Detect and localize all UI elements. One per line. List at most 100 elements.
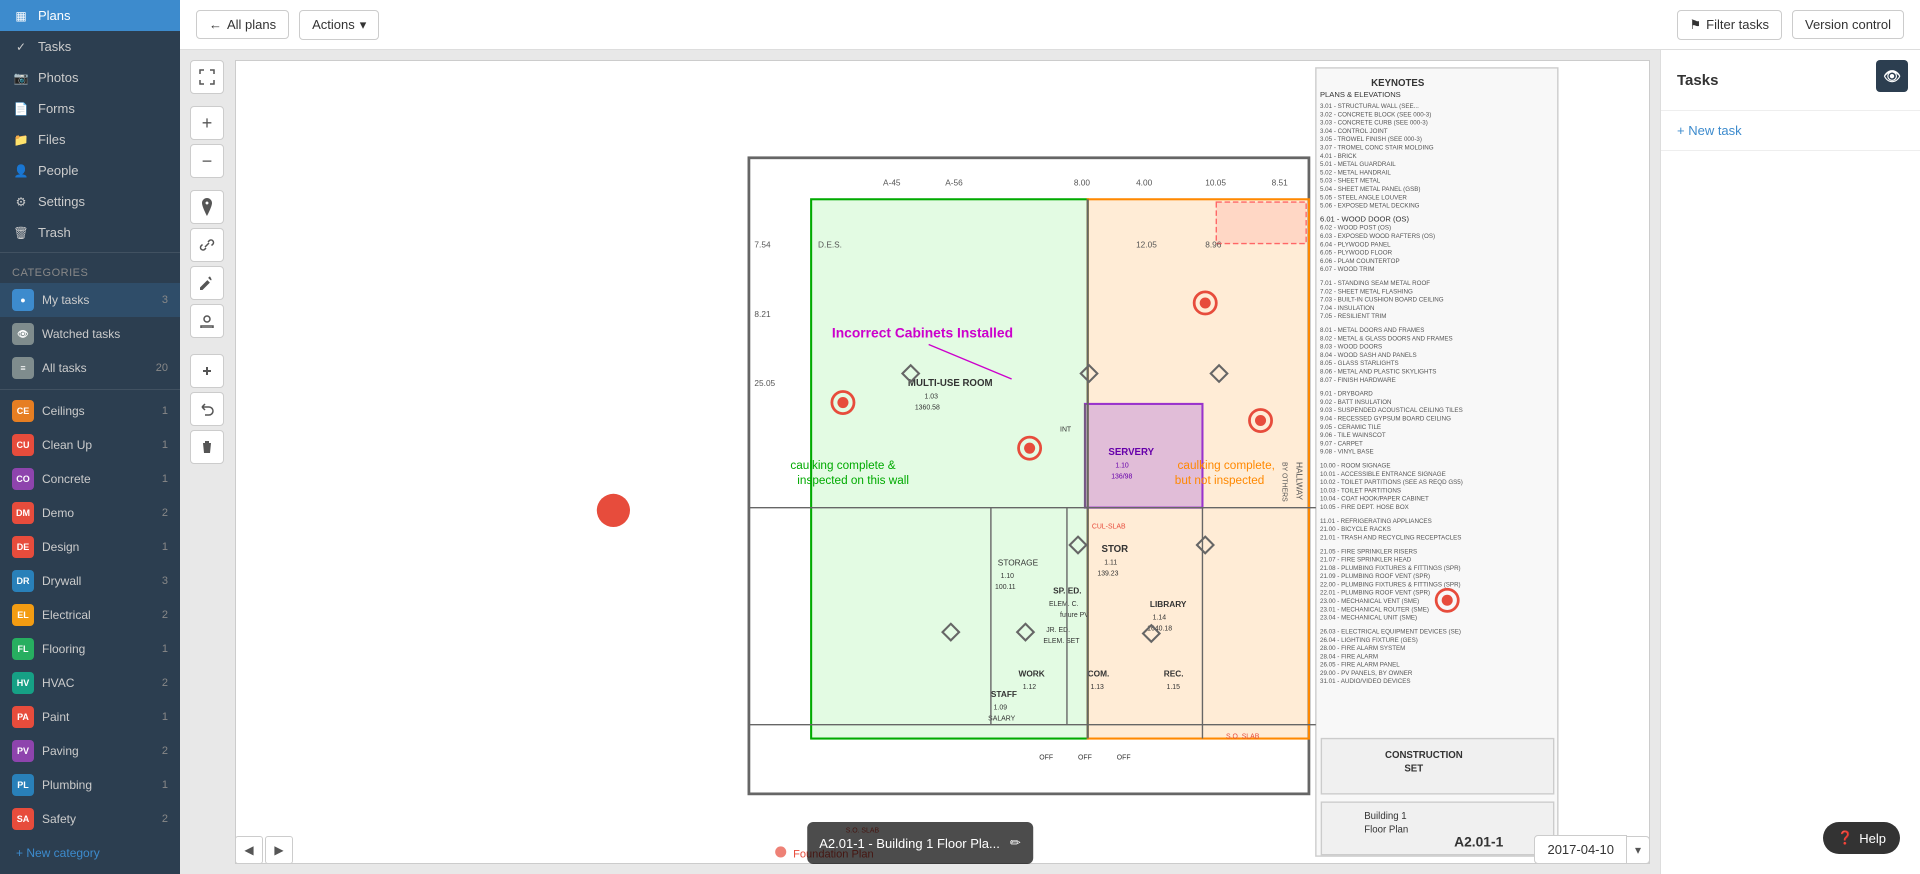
svg-text:caulking complete &: caulking complete &	[790, 459, 895, 472]
svg-text:SET: SET	[1404, 764, 1423, 775]
prev-plan-button[interactable]: ◀	[235, 836, 263, 864]
svg-text:100.11: 100.11	[995, 584, 1016, 591]
undo-button[interactable]	[190, 392, 224, 426]
sidebar-item-watched-tasks[interactable]: 👁 Watched tasks	[0, 317, 180, 351]
delete-button[interactable]	[190, 430, 224, 464]
sidebar-item-paint[interactable]: PA Paint 1	[0, 700, 180, 734]
sidebar-item-tasks[interactable]: ✓ Tasks	[0, 31, 180, 62]
filter-icon: ⚑	[1690, 17, 1702, 33]
svg-text:8.02 - METAL & GLASS DOORS AND: 8.02 - METAL & GLASS DOORS AND FRAMES	[1320, 335, 1453, 342]
svg-text:6.04 - PLYWOOD PANEL: 6.04 - PLYWOOD PANEL	[1320, 241, 1391, 248]
sidebar-item-ceilings[interactable]: CE Ceilings 1	[0, 394, 180, 428]
svg-text:8.51: 8.51	[1272, 177, 1289, 187]
sidebar-item-clean-up[interactable]: CU Clean Up 1	[0, 428, 180, 462]
cat-label-design: Design	[42, 540, 154, 554]
svg-text:inspected on this wall: inspected on this wall	[797, 474, 909, 487]
svg-text:9.06 - TILE WAINSCOT: 9.06 - TILE WAINSCOT	[1320, 432, 1386, 439]
cat-label-drywall: Drywall	[42, 574, 154, 588]
sidebar-item-plans[interactable]: ▦ Plans	[0, 0, 180, 31]
svg-text:10.00 - ROOM SIGNAGE: 10.00 - ROOM SIGNAGE	[1320, 463, 1391, 470]
topbar-right: ⚑ Filter tasks Version control	[1677, 10, 1905, 40]
svg-text:8.05 - GLASS STARLIGHTS: 8.05 - GLASS STARLIGHTS	[1320, 360, 1399, 367]
sidebar-item-hvac[interactable]: HV HVAC 2	[0, 666, 180, 700]
filter-tasks-button[interactable]: ⚑ Filter tasks	[1677, 10, 1783, 40]
svg-text:1.09: 1.09	[994, 705, 1008, 712]
svg-text:28.00 - FIRE ALARM SYSTEM: 28.00 - FIRE ALARM SYSTEM	[1320, 645, 1405, 652]
sidebar-item-settings[interactable]: ⚙ Settings	[0, 186, 180, 217]
svg-text:CUL-SLAB: CUL-SLAB	[1092, 523, 1126, 530]
svg-text:8.00: 8.00	[1074, 177, 1091, 187]
cat-label-hvac: HVAC	[42, 676, 154, 690]
new-category-btn[interactable]: + New category	[0, 840, 180, 866]
date-dropdown-button[interactable]: ▾	[1627, 836, 1650, 864]
sidebar-item-paving[interactable]: PV Paving 2	[0, 734, 180, 768]
sidebar-item-demo[interactable]: DM Demo 2	[0, 496, 180, 530]
sidebar-item-drywall[interactable]: DR Drywall 3	[0, 564, 180, 598]
stamp-button[interactable]	[190, 304, 224, 338]
svg-text:1.14: 1.14	[1153, 615, 1167, 622]
sidebar-item-design[interactable]: DE Design 1	[0, 530, 180, 564]
fullscreen-button[interactable]	[190, 60, 224, 94]
cat-label-plumbing: Plumbing	[42, 778, 154, 792]
cat-circle-plumbing: PL	[12, 774, 34, 796]
sidebar-item-concrete[interactable]: CO Concrete 1	[0, 462, 180, 496]
cat-circle-electrical: EL	[12, 604, 34, 626]
svg-text:1.10: 1.10	[1115, 463, 1129, 470]
help-button[interactable]: ❓ Help	[1823, 822, 1900, 854]
new-task-button[interactable]: + New task	[1661, 111, 1920, 151]
tasks-eye-button[interactable]: 👁	[1876, 60, 1908, 92]
cat-circle-ceilings: CE	[12, 400, 34, 422]
cat-label-flooring: Flooring	[42, 642, 154, 656]
sidebar-item-photos[interactable]: 📷 Photos	[0, 62, 180, 93]
svg-text:21.05 - FIRE SPRINKLER RISERS: 21.05 - FIRE SPRINKLER RISERS	[1320, 548, 1417, 555]
zoom-in-button[interactable]: +	[190, 106, 224, 140]
version-control-button[interactable]: Version control	[1792, 10, 1904, 39]
svg-text:9.02 - BATT INSULATION: 9.02 - BATT INSULATION	[1320, 399, 1392, 406]
sidebar-item-files[interactable]: 📁 Files	[0, 124, 180, 155]
sidebar-item-plumbing[interactable]: PL Plumbing 1	[0, 768, 180, 802]
svg-text:10.02 - TOILET PARTITIONS (SEE: 10.02 - TOILET PARTITIONS (SEE AS REQD G…	[1320, 479, 1463, 486]
sidebar-item-trash[interactable]: 🗑 Trash	[0, 217, 180, 248]
sidebar-item-people[interactable]: 👤 People	[0, 155, 180, 186]
cat-circle-hvac: HV	[12, 672, 34, 694]
plan-name-label: A2.01-1 - Building 1 Floor Pla...	[819, 836, 1000, 851]
sidebar-item-forms[interactable]: 📄 Forms	[0, 93, 180, 124]
all-plans-button[interactable]: ← All plans	[196, 10, 289, 39]
sidebar-item-electrical[interactable]: EL Electrical 2	[0, 598, 180, 632]
next-plan-button[interactable]: ▶	[265, 836, 293, 864]
actions-button[interactable]: Actions ▾	[299, 10, 379, 40]
sidebar-item-label-files: Files	[38, 132, 168, 147]
minus-icon: −	[202, 152, 213, 170]
svg-text:10.01 - ACCESSIBLE ENTRANCE SI: 10.01 - ACCESSIBLE ENTRANCE SIGNAGE	[1320, 471, 1446, 478]
svg-text:5.03 - SHEET METAL: 5.03 - SHEET METAL	[1320, 178, 1381, 185]
cat-label-all-tasks: All tasks	[42, 361, 148, 375]
pencil-icon	[200, 276, 214, 290]
plan-canvas[interactable]: KEYNOTES PLANS & ELEVATIONS 3.01 - STRUC…	[235, 60, 1650, 864]
add-marker-button[interactable]	[190, 354, 224, 388]
svg-text:5.05 - STEEL ANGLE LOUVER: 5.05 - STEEL ANGLE LOUVER	[1320, 194, 1407, 201]
svg-text:26.04 - LIGHTING FIXTURE (GES): 26.04 - LIGHTING FIXTURE (GES)	[1320, 637, 1418, 644]
svg-text:MULTI-USE ROOM: MULTI-USE ROOM	[908, 378, 993, 389]
link-button[interactable]	[190, 228, 224, 262]
zoom-out-button[interactable]: −	[190, 144, 224, 178]
location-button[interactable]	[190, 190, 224, 224]
svg-text:9.07 - CARPET: 9.07 - CARPET	[1320, 440, 1363, 447]
sidebar-item-all-tasks[interactable]: ≡ All tasks 20	[0, 351, 180, 385]
sidebar-item-flooring[interactable]: FL Flooring 1	[0, 632, 180, 666]
svg-text:23.00 - MECHANICAL VENT (SME): 23.00 - MECHANICAL VENT (SME)	[1320, 598, 1419, 605]
link-icon	[199, 237, 215, 253]
svg-text:1.10: 1.10	[1001, 573, 1015, 580]
sidebar-item-my-tasks[interactable]: ● My tasks 3	[0, 283, 180, 317]
pencil-button[interactable]	[190, 266, 224, 300]
cat-circle-paving: PV	[12, 740, 34, 762]
svg-text:5.06 - EXPOSED METAL DECKING: 5.06 - EXPOSED METAL DECKING	[1320, 203, 1420, 210]
cat-count-plumbing: 1	[162, 779, 168, 791]
cat-count-safety: 2	[162, 813, 168, 825]
categories-label: Categories	[0, 257, 180, 283]
svg-text:STOR: STOR	[1102, 544, 1129, 555]
sidebar-item-safety[interactable]: SA Safety 2	[0, 802, 180, 836]
cat-count-clean-up: 1	[162, 439, 168, 451]
edit-plan-icon[interactable]: ✏	[1010, 835, 1021, 851]
svg-text:HALLWAY: HALLWAY	[1294, 462, 1304, 501]
filter-tasks-label: Filter tasks	[1706, 17, 1769, 32]
